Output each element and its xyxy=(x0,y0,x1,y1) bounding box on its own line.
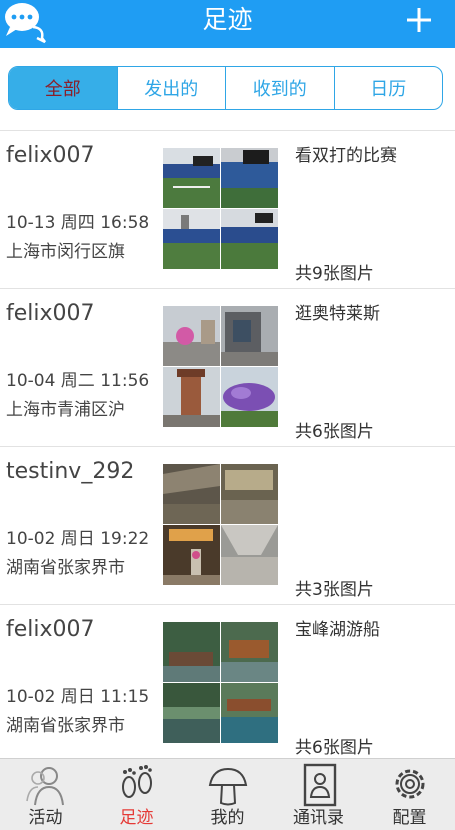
post-location: 湖南省张家界市 xyxy=(6,716,125,736)
photo-count: 共9张图片 xyxy=(295,264,374,284)
list-item[interactable]: felix007 10-02 周日 11:15 湖南省张家界市 宝峰湖游船 共6… xyxy=(0,604,455,762)
post-location: 上海市闵行区旗 xyxy=(6,242,125,262)
app: 足迹 全部 发出的 收到的 日历 felix007 10-13 周四 16:58… xyxy=(0,0,455,830)
tennis-stadium-photo[interactable] xyxy=(221,148,278,208)
filter-tabs: 全部 发出的 收到的 日历 xyxy=(8,66,443,110)
nav-label: 配置 xyxy=(392,808,427,828)
photo-grid[interactable] xyxy=(163,306,278,428)
outlet-street-photo[interactable] xyxy=(163,306,220,366)
lake-boat-photo[interactable] xyxy=(163,683,220,743)
nav-settings[interactable]: 配置 xyxy=(364,759,455,830)
post-time: 10-02 周日 11:15 xyxy=(6,687,150,707)
post-time: 10-02 周日 19:22 xyxy=(6,529,150,549)
nav-footprints[interactable]: 足迹 xyxy=(91,759,182,830)
nav-mine[interactable]: 我的 xyxy=(182,759,273,830)
photo-count: 共6张图片 xyxy=(295,738,374,758)
photo-grid[interactable] xyxy=(163,148,278,270)
photo-count: 共3张图片 xyxy=(295,580,374,600)
nav-label: 活动 xyxy=(28,808,63,828)
nav-contacts[interactable]: 通讯录 xyxy=(273,759,364,830)
tab-all[interactable]: 全部 xyxy=(9,67,117,109)
lake-boat-photo[interactable] xyxy=(221,622,278,682)
clock-tower-photo[interactable] xyxy=(163,367,220,427)
post-time: 10-04 周二 11:56 xyxy=(6,371,150,391)
post-author: felix007 xyxy=(6,301,95,326)
post-location: 上海市青浦区沪 xyxy=(6,400,125,420)
top-bar: 足迹 xyxy=(0,0,455,48)
tennis-stadium-photo[interactable] xyxy=(163,209,220,269)
post-time: 10-13 周四 16:58 xyxy=(6,213,150,233)
footprint-feed: felix007 10-13 周四 16:58 上海市闵行区旗 看双打的比赛 共… xyxy=(0,130,455,762)
nav-label: 足迹 xyxy=(119,808,154,828)
plus-icon[interactable] xyxy=(403,2,435,38)
purple-flowers-photo[interactable] xyxy=(221,367,278,427)
photo-count: 共6张图片 xyxy=(295,422,374,442)
tab-sent[interactable]: 发出的 xyxy=(116,67,226,109)
nav-activities[interactable]: 活动 xyxy=(0,759,91,830)
station-corridor-photo[interactable] xyxy=(163,525,220,585)
outlet-building-photo[interactable] xyxy=(221,306,278,366)
post-caption: 宝峰湖游船 xyxy=(295,620,380,640)
post-author: felix007 xyxy=(6,617,95,642)
station-hall-photo[interactable] xyxy=(221,464,278,524)
nav-label: 我的 xyxy=(210,808,245,828)
post-author: felix007 xyxy=(6,143,95,168)
post-author: testinv_292 xyxy=(6,459,135,484)
tennis-stadium-photo[interactable] xyxy=(221,209,278,269)
list-item[interactable]: felix007 10-04 周二 11:56 上海市青浦区沪 逛奥特莱斯 共6… xyxy=(0,288,455,446)
list-item[interactable]: testinv_292 10-02 周日 19:22 湖南省张家界市 共3张图片 xyxy=(0,446,455,604)
post-caption: 看双打的比赛 xyxy=(295,146,397,166)
station-hall-photo[interactable] xyxy=(163,464,220,524)
lake-boat-photo[interactable] xyxy=(163,622,220,682)
post-location: 湖南省张家界市 xyxy=(6,558,125,578)
station-corridor-photo[interactable] xyxy=(221,525,278,585)
tab-calendar[interactable]: 日历 xyxy=(333,67,443,109)
tennis-stadium-photo[interactable] xyxy=(163,148,220,208)
nav-label: 通讯录 xyxy=(293,808,344,828)
photo-grid[interactable] xyxy=(163,464,278,586)
list-item[interactable]: felix007 10-13 周四 16:58 上海市闵行区旗 看双打的比赛 共… xyxy=(0,130,455,288)
photo-grid[interactable] xyxy=(163,622,278,744)
lake-boat-photo[interactable] xyxy=(221,683,278,743)
page-title: 足迹 xyxy=(202,5,253,34)
tab-received[interactable]: 收到的 xyxy=(225,67,334,109)
bottom-nav: 活动 足迹 我的 通讯录 配置 xyxy=(0,758,455,830)
post-caption: 逛奥特莱斯 xyxy=(295,304,380,324)
